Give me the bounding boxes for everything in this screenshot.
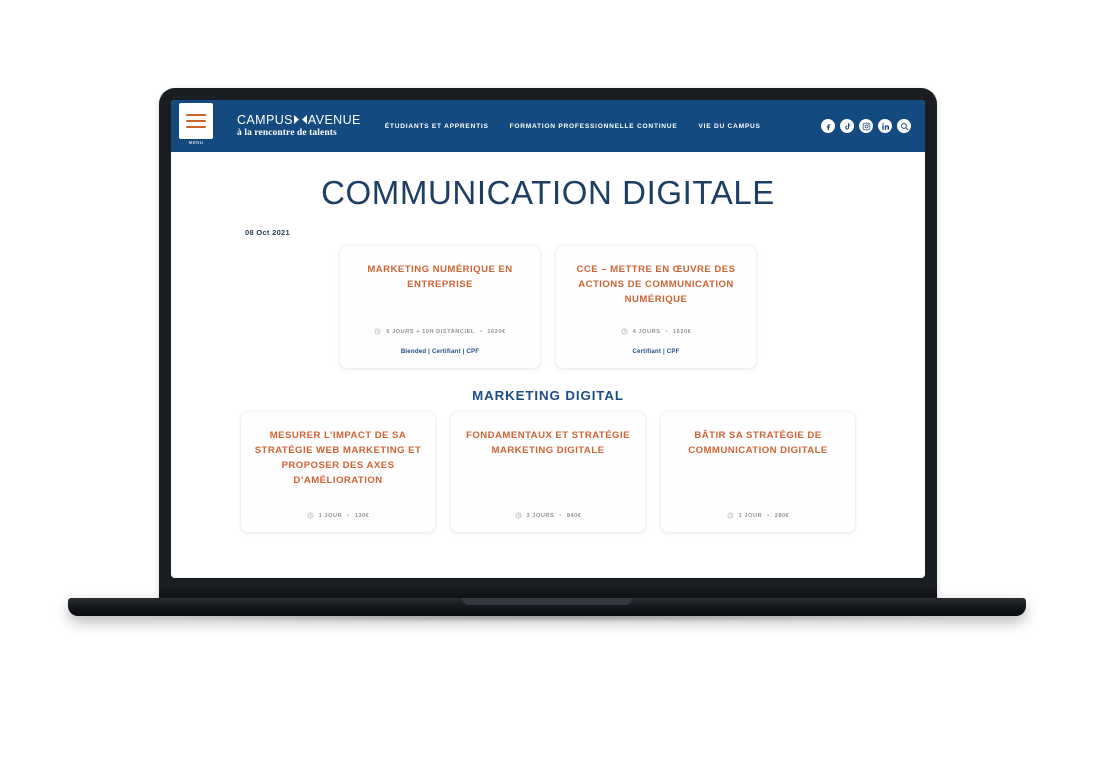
main-navigation: ÉTUDIANTS ET APPRENTIS FORMATION PROFESS… [385, 123, 761, 130]
course-card-meta: 4 JOURS • 1620€ [568, 314, 744, 335]
meta-separator: • [559, 512, 562, 519]
course-card[interactable]: CCE – METTRE EN ŒUVRE DES ACTIONS DE COM… [556, 246, 756, 368]
course-card-meta: 3 JOURS • 840€ [463, 498, 633, 519]
facebook-icon[interactable] [821, 119, 835, 133]
course-card-title: MESURER L’IMPACT DE SA STRATÉGIE WEB MAR… [254, 430, 422, 486]
course-price: 1620€ [673, 328, 692, 335]
brand-name-part1: CAMPUS [237, 112, 293, 127]
instagram-icon[interactable] [859, 119, 873, 133]
nav-item-formation-continue[interactable]: FORMATION PROFESSIONNELLE CONTINUE [510, 123, 678, 130]
tiktok-icon[interactable] [840, 119, 854, 133]
course-card[interactable]: FONDAMENTAUX ET STRATÉGIE MARKETING DIGI… [451, 412, 645, 532]
course-card-title: FONDAMENTAUX ET STRATÉGIE MARKETING DIGI… [466, 430, 630, 456]
brand-tagline: à la rencontre de talents [237, 128, 337, 138]
course-card-tags: Blended | Certifiant | CPF [400, 348, 480, 355]
clock-icon [515, 512, 521, 519]
course-card-grid-row2: MESURER L’IMPACT DE SA STRATÉGIE WEB MAR… [171, 412, 925, 532]
hamburger-icon-bar [186, 120, 206, 122]
clock-icon [621, 328, 628, 335]
laptop-mockup: MENU CAMPUS AVENUE à la rencontre de tal… [0, 0, 1094, 760]
linkedin-icon[interactable] [878, 119, 892, 133]
laptop-base [68, 598, 1026, 616]
course-duration: 3 JOURS [526, 512, 555, 519]
search-icon[interactable] [897, 119, 911, 133]
course-card[interactable]: MESURER L’IMPACT DE SA STRATÉGIE WEB MAR… [241, 412, 435, 532]
laptop-screen-bezel: MENU CAMPUS AVENUE à la rencontre de tal… [159, 88, 937, 606]
brand-name: CAMPUS AVENUE [237, 112, 361, 127]
course-duration: 6 JOURS + 10H DISTANCIEL [386, 328, 475, 335]
clock-icon [374, 328, 381, 335]
course-duration: 4 JOURS [632, 328, 661, 335]
meta-separator: • [767, 512, 770, 519]
meta-separator: • [665, 328, 668, 335]
hamburger-icon-bar [186, 114, 206, 116]
menu-button[interactable] [179, 103, 213, 139]
nav-item-vie-du-campus[interactable]: VIE DU CAMPUS [698, 123, 760, 130]
course-card-meta: 1 JOUR • 280€ [673, 498, 843, 519]
nav-item-etudiants[interactable]: ÉTUDIANTS ET APPRENTIS [385, 123, 489, 130]
course-card[interactable]: BÂTIR SA STRATÉGIE DE COMMUNICATION DIGI… [661, 412, 855, 532]
course-card-title: BÂTIR SA STRATÉGIE DE COMMUNICATION DIGI… [688, 430, 828, 456]
laptop-base-notch [462, 598, 632, 605]
brand-name-part2: AVENUE [307, 112, 361, 127]
course-price: 840€ [566, 512, 582, 519]
course-card[interactable]: MARKETING NUMÉRIQUE EN ENTREPRISE 6 JOUR… [340, 246, 540, 368]
page-content: COMMUNICATION DIGITALE 08 Oct 2021 MARKE… [171, 152, 925, 578]
course-duration: 1 JOUR [738, 512, 763, 519]
hamburger-icon-bar [186, 126, 206, 128]
meta-separator: • [479, 328, 483, 335]
course-card-meta: 6 JOURS + 10H DISTANCIEL • 1620€ [352, 314, 528, 335]
browser-viewport: MENU CAMPUS AVENUE à la rencontre de tal… [171, 100, 925, 578]
course-card-title: MARKETING NUMÉRIQUE EN ENTREPRISE [367, 264, 513, 290]
meta-separator: • [347, 512, 350, 519]
clock-icon [727, 512, 734, 519]
site-logo[interactable]: CAMPUS AVENUE à la rencontre de talents [237, 112, 361, 139]
clock-icon [307, 512, 314, 519]
course-price: 130€ [354, 512, 370, 519]
menu-button-label: MENU [188, 140, 204, 145]
page-title: COMMUNICATION DIGITALE [321, 174, 775, 211]
post-date: 08 Oct 2021 [245, 228, 290, 237]
site-header: MENU CAMPUS AVENUE à la rencontre de tal… [171, 100, 925, 152]
diamond-mark-icon [293, 114, 307, 125]
course-price: 1620€ [487, 328, 506, 335]
social-links [821, 119, 911, 133]
course-price: 280€ [774, 512, 790, 519]
course-card-grid-row1: MARKETING NUMÉRIQUE EN ENTREPRISE 6 JOUR… [171, 246, 925, 368]
course-card-tags: Certifiant | CPF [632, 348, 680, 355]
course-duration: 1 JOUR [318, 512, 343, 519]
section-heading: MARKETING DIGITAL [472, 388, 624, 403]
course-card-meta: 1 JOUR • 130€ [253, 498, 423, 519]
course-card-title: CCE – METTRE EN ŒUVRE DES ACTIONS DE COM… [576, 264, 736, 305]
